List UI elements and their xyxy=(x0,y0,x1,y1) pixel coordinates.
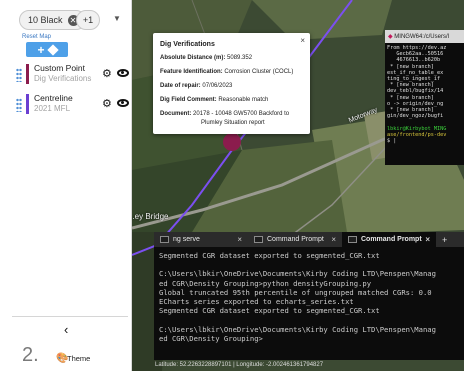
terminal-line: ECharts series exported to echarts_serie… xyxy=(159,297,354,307)
terminal-output[interactable]: Segmented CGR dataset exported to segmen… xyxy=(154,247,464,347)
popup-document-row: Document: 20178 - 10048 GW5700 Backford … xyxy=(160,110,303,128)
step-number: 2. xyxy=(22,344,39,366)
eye-icon[interactable] xyxy=(117,99,129,107)
terminal-line: C:\Users\lbkir\OneDrive\Documents\Kirby … xyxy=(159,269,436,279)
layer-row-centreline[interactable]: Centreline 2021 MFL ⚙ xyxy=(16,93,132,119)
eye-icon[interactable] xyxy=(117,69,129,77)
popup-row: Feature Identification: Corrosion Cluste… xyxy=(160,69,294,75)
terminal-line: $ | xyxy=(387,138,397,145)
document-link[interactable]: 20178 - 10048 GW5700 Backford to xyxy=(193,111,289,117)
more-filters-chip[interactable]: +1 xyxy=(76,10,100,30)
document-link-continued[interactable]: Plumley Situation report xyxy=(160,119,303,128)
new-tab-button[interactable]: + xyxy=(436,232,453,247)
layer-subtitle: 2021 MFL xyxy=(34,104,71,113)
feature-popup: Dig Verifications × Absolute Distance (m… xyxy=(153,33,310,134)
window-title: MINGW64:/c/Users/l xyxy=(394,34,449,40)
terminal-icon xyxy=(254,236,263,243)
gear-icon[interactable]: ⚙ xyxy=(102,97,112,110)
reset-map-link[interactable]: Reset Map xyxy=(22,34,51,40)
tab-label: ng serve xyxy=(173,236,200,243)
chevron-down-icon[interactable]: ▼ xyxy=(113,14,121,23)
close-icon[interactable]: × xyxy=(331,235,336,244)
layer-title: Centreline xyxy=(34,93,73,103)
filter-chip-label: 10 Black xyxy=(28,15,63,25)
tab-command-prompt-active[interactable]: Command Prompt × xyxy=(342,232,436,247)
coordinate-readout: Latitude: 52.2263228897101 | Longitude: … xyxy=(155,362,324,368)
windows-terminal[interactable]: ng serve × Command Prompt × Command Prom… xyxy=(154,232,464,360)
layer-row-custom-point[interactable]: Custom Point Dig Verifications ⚙ xyxy=(16,63,132,89)
terminal-line: ed CGR\Density Grouping> xyxy=(159,333,263,343)
drag-handle-icon[interactable] xyxy=(16,98,22,112)
tab-label: Command Prompt xyxy=(267,236,324,243)
terminal-line: C:\Users\lbkir\OneDrive\Documents\Kirby … xyxy=(159,324,436,334)
layer-color-swatch xyxy=(26,64,29,84)
popup-title: Dig Verifications xyxy=(160,41,215,48)
sidebar-divider xyxy=(12,316,128,317)
add-layer-button[interactable]: + xyxy=(26,42,68,57)
popup-row: Absolute Distance (m): 5089.352 xyxy=(160,55,253,61)
layer-subtitle: Dig Verifications xyxy=(34,74,92,83)
layer-color-swatch xyxy=(26,94,29,114)
layers-icon xyxy=(46,43,59,56)
theme-button[interactable]: Theme xyxy=(67,354,90,363)
layer-title: Custom Point xyxy=(34,63,86,73)
plus-icon: + xyxy=(37,42,45,57)
collapse-sidebar-button[interactable]: ‹ xyxy=(64,322,68,337)
window-title-bar[interactable]: ◆ MINGW64:/c/Users/l xyxy=(385,30,464,43)
terminal-icon: ◆ xyxy=(388,34,393,40)
tab-ng-serve[interactable]: ng serve × xyxy=(154,232,248,247)
drag-handle-icon[interactable] xyxy=(16,68,22,82)
gear-icon[interactable]: ⚙ xyxy=(102,67,112,80)
tab-command-prompt[interactable]: Command Prompt × xyxy=(248,232,342,247)
close-icon[interactable]: × xyxy=(237,235,242,244)
tab-label: Command Prompt xyxy=(361,236,422,243)
map-place-label: ...ey Bridge xyxy=(132,212,169,221)
terminal-output[interactable]: From https://dev.az Gecb62aa..50516 4676… xyxy=(385,43,464,146)
terminal-line: Segmented CGR dataset exported to segmen… xyxy=(159,251,380,260)
popup-row: Date of repair: 07/06/2023 xyxy=(160,83,233,89)
terminal-icon xyxy=(160,236,169,243)
terminal-line: Segmented CGR dataset exported to segmen… xyxy=(159,306,380,316)
terminal-line: ed CGR\Density Grouping>python densityGr… xyxy=(159,278,372,288)
git-bash-window[interactable]: ◆ MINGW64:/c/Users/l From https://dev.az… xyxy=(385,30,464,165)
sidebar: 10 Black ✕ +1 ▼ Reset Map + Custom Point… xyxy=(0,0,132,371)
popup-row: Dig Field Comment: Reasonable match xyxy=(160,97,269,103)
close-icon[interactable]: × xyxy=(425,235,430,244)
terminal-icon xyxy=(348,236,357,243)
terminal-line: Global truncated 95th percentile of ungr… xyxy=(159,287,432,297)
close-icon[interactable]: × xyxy=(300,36,305,45)
more-filters-label: +1 xyxy=(82,15,94,25)
terminal-tab-bar: ng serve × Command Prompt × Command Prom… xyxy=(154,232,464,247)
